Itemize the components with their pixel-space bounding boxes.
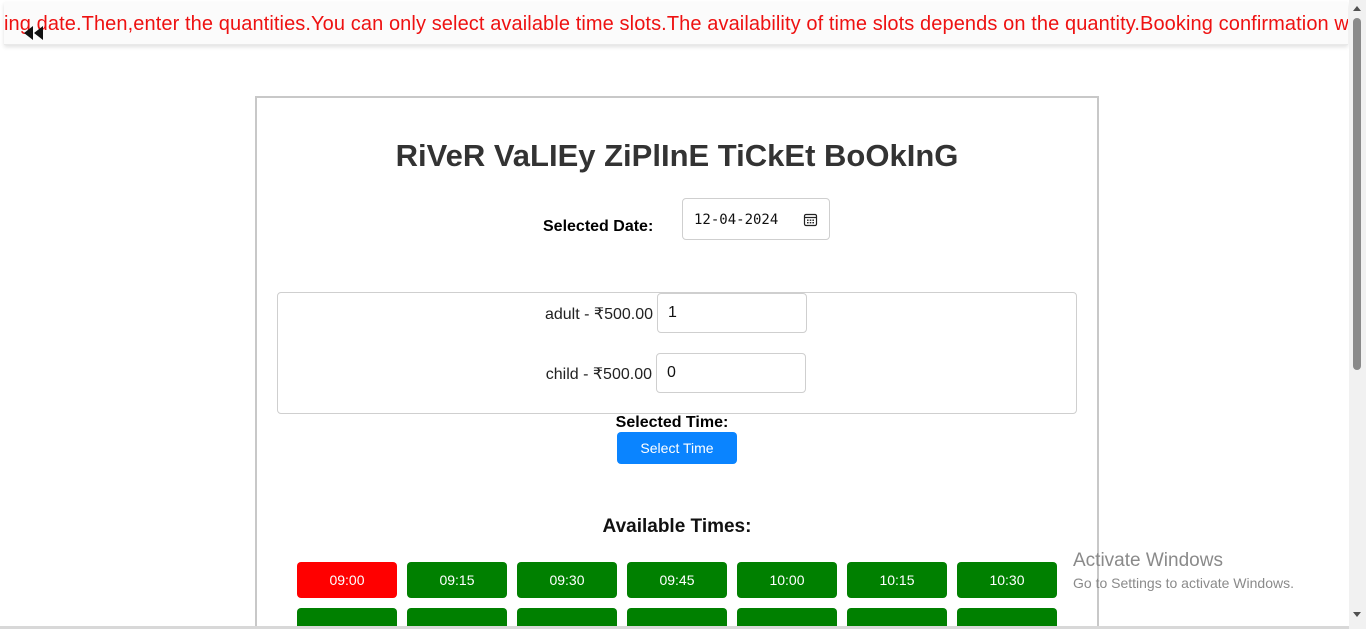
rewind-icon[interactable] [22,24,46,42]
time-slot[interactable]: 10:15 [847,562,947,598]
date-input[interactable]: 12-04-2024 [682,198,830,240]
vertical-scrollbar[interactable] [1349,0,1366,629]
time-slot[interactable]: 10:00 [737,562,837,598]
time-slot[interactable]: 09:30 [517,562,617,598]
time-slot[interactable]: 10:30 [957,562,1057,598]
windows-activation-watermark: Activate Windows Go to Settings to activ… [1073,550,1294,591]
time-slot[interactable]: 09:15 [407,562,507,598]
watermark-subtitle: Go to Settings to activate Windows. [1073,575,1294,591]
selected-time-label: Selected Time: [615,414,729,431]
date-label: Selected Date: [543,218,654,235]
date-value: 12-04-2024 [694,212,779,228]
scroll-down-arrow-icon[interactable] [1353,612,1361,617]
available-times-title: Available Times: [602,516,752,537]
page-title: RiVeR VaLIEy ZiPlInE TiCkEt BoOkInG [395,138,959,173]
watermark-title: Activate Windows [1073,550,1223,571]
child-quantity-input[interactable] [656,353,806,393]
adult-quantity-input[interactable] [657,293,807,333]
booking-card: RiVeR VaLIEy ZiPlInE TiCkEt BoOkInG Sele… [255,96,1099,629]
time-slot[interactable]: 09:45 [627,562,727,598]
page: ing date.Then,enter the quantities.You c… [0,0,1366,629]
time-slot[interactable]: 09:00 [297,562,397,598]
scroll-up-arrow-icon[interactable] [1353,6,1361,11]
instructions-marquee: ing date.Then,enter the quantities.You c… [4,2,1348,45]
ticket-quantities: adult - ₹500.00 child - ₹500.00 [277,292,1077,414]
child-ticket-label: child - ₹500.00 [545,366,652,383]
marquee-text: ing date.Then,enter the quantities.You c… [4,13,1348,35]
scroll-thumb[interactable] [1353,18,1361,370]
select-time-button[interactable]: Select Time [617,432,737,464]
adult-ticket-label: adult - ₹500.00 [544,306,653,323]
calendar-icon[interactable] [803,212,818,227]
